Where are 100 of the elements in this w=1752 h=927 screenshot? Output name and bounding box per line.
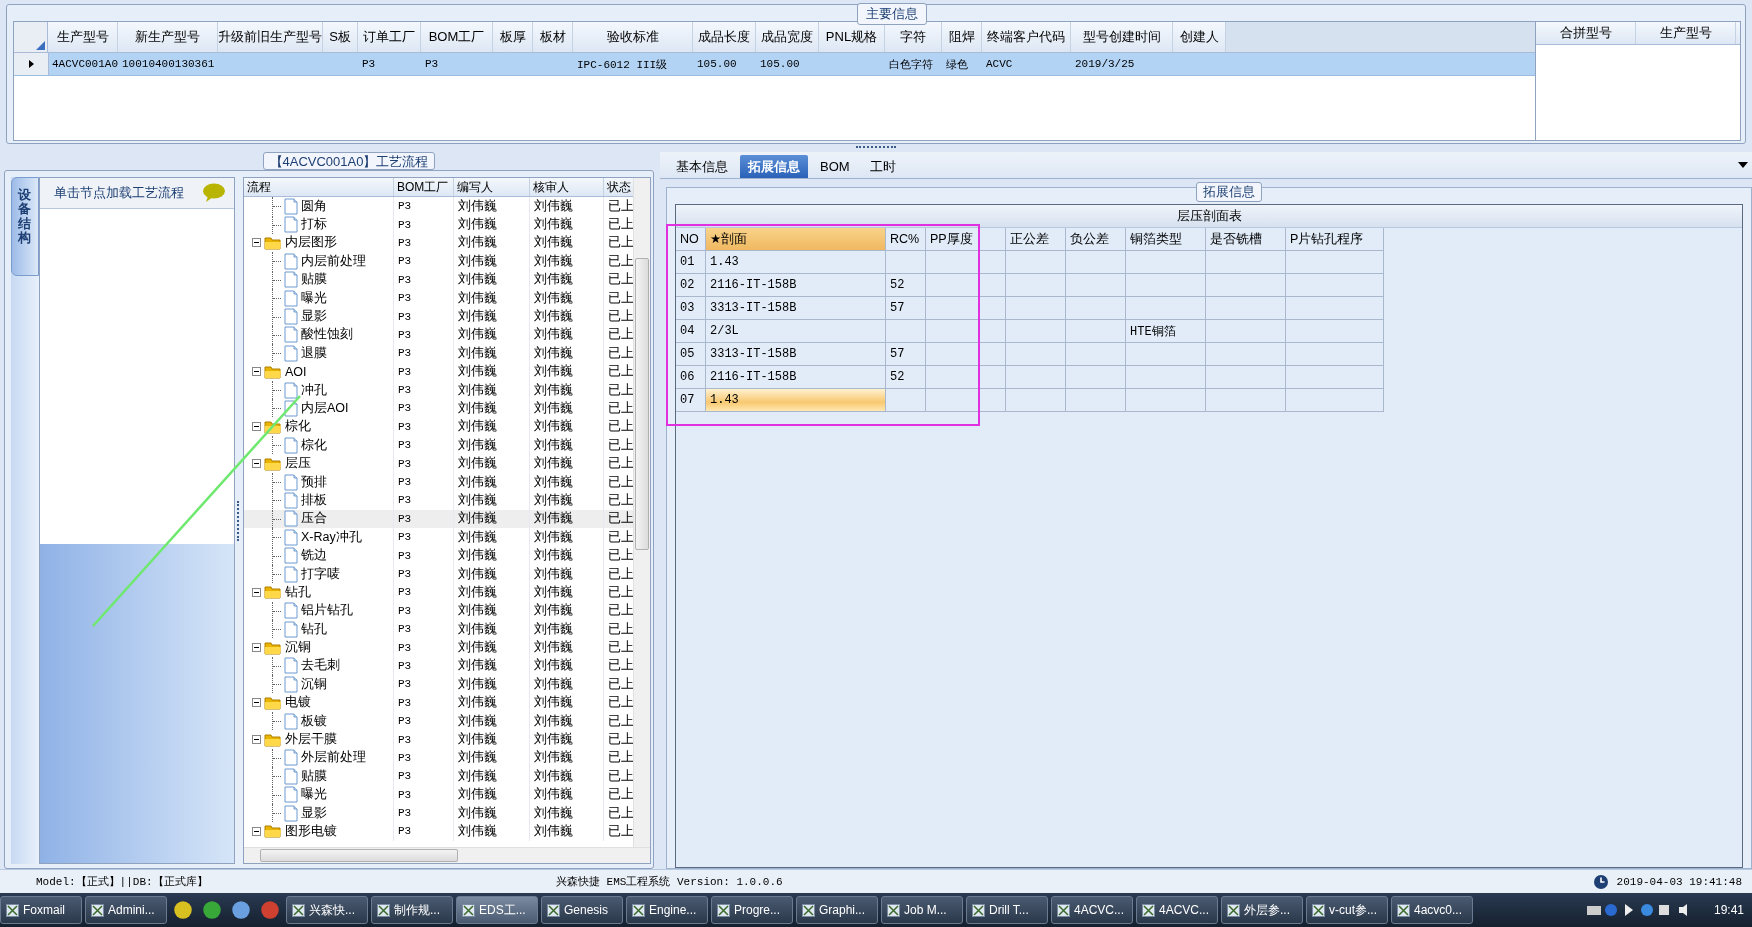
column-header[interactable]: P片钻孔程序 (1286, 228, 1384, 251)
table-cell: P3 (394, 197, 454, 216)
column-header[interactable]: NO (676, 228, 706, 251)
taskbar-icon[interactable] (173, 900, 193, 920)
table-cell: 刘伟巍 (530, 528, 604, 547)
column-header[interactable]: 型号创建时间 (1071, 22, 1173, 52)
table-cell: 07 (676, 389, 706, 412)
column-header[interactable]: 板材 (533, 22, 573, 52)
tab[interactable]: 拓展信息 (740, 155, 808, 178)
column-header[interactable]: 板厚 (493, 22, 533, 52)
column-header[interactable]: RC% (886, 228, 926, 251)
panel-legend: 主要信息 (857, 3, 927, 25)
node-label: 打字唛 (301, 565, 340, 583)
column-header[interactable]: 成品长度 (693, 22, 756, 52)
column-header[interactable]: BOM工厂 (421, 22, 493, 52)
table-cell[interactable]: 2/3L (706, 320, 886, 343)
taskbar-button[interactable]: EDS工... (456, 896, 538, 924)
table-cell: 刘伟巍 (454, 380, 530, 400)
collapse-icon[interactable] (252, 238, 261, 248)
taskbar-button[interactable]: Engine... (626, 896, 708, 924)
splitter-grip[interactable] (237, 500, 241, 541)
column-header[interactable]: 新生产型号 (118, 22, 218, 52)
column-header[interactable]: 升级前旧生产型号 (218, 22, 323, 52)
collapse-icon[interactable] (252, 826, 261, 836)
table-cell[interactable]: 2116-IT-158B (706, 366, 886, 389)
column-header[interactable]: 阻焊 (942, 22, 982, 52)
taskbar-icon[interactable] (231, 900, 251, 920)
table-cell[interactable]: 3313-IT-158B (706, 297, 886, 320)
column-header[interactable]: 是否铣槽 (1206, 228, 1286, 251)
collapse-icon[interactable] (252, 735, 261, 744)
column-header[interactable]: PNL规格 (819, 22, 885, 52)
column-header[interactable]: S板 (323, 22, 358, 52)
column-header[interactable]: 生产型号 (48, 22, 118, 52)
tab[interactable]: 工时 (861, 155, 904, 178)
column-header[interactable]: 铜箔类型 (1126, 228, 1206, 251)
taskbar-icon[interactable] (202, 900, 222, 920)
collapse-icon[interactable] (252, 587, 261, 597)
taskbar-button[interactable]: Admini... (85, 896, 167, 924)
table-row[interactable]: 4ACVC001A0 10010400130361 P3 P3 IPC-6012 III级 105.00 105.00 白色字符 绿色 ACVC 2019/3/25 (14, 53, 1535, 76)
column-header[interactable]: 负公差 (1066, 228, 1126, 251)
table-cell[interactable]: 3313-IT-158B (706, 343, 886, 366)
column-header[interactable]: 核审人 (530, 178, 604, 196)
tab[interactable]: BOM (812, 155, 858, 178)
dropdown-icon[interactable] (1738, 162, 1748, 168)
document-icon (284, 657, 298, 675)
window-icon (1057, 903, 1070, 917)
taskbar-button[interactable]: 4ACVC... (1051, 896, 1133, 924)
collapse-icon[interactable] (252, 698, 261, 708)
side-tab[interactable]: 设备结构 (11, 177, 39, 277)
taskbar-button[interactable]: 4ACVC... (1136, 896, 1218, 924)
table-cell[interactable]: 2116-IT-158B (706, 274, 886, 297)
collapse-icon[interactable] (252, 422, 261, 432)
table-cell-text: IPC-6012 III级 (576, 57, 669, 73)
taskbar-button[interactable]: 制作规... (371, 896, 453, 924)
taskbar-button[interactable]: v-cut参... (1306, 896, 1388, 924)
column-header[interactable]: 字符 (885, 22, 942, 52)
taskbar-button[interactable]: Progre... (711, 896, 793, 924)
folder-icon (264, 824, 282, 839)
table-cell: P3 (394, 638, 454, 657)
table-cell: 刘伟巍 (454, 730, 530, 749)
document-icon (284, 767, 298, 785)
table-cell[interactable]: 1.43 (706, 251, 886, 274)
column-header[interactable]: 流程 (244, 178, 394, 196)
document-icon (284, 344, 298, 362)
column-header[interactable]: 成品宽度 (756, 22, 819, 52)
tree-connector (272, 656, 281, 675)
taskbar-button[interactable]: Job M... (881, 896, 963, 924)
column-header[interactable]: 合拼型号 (1536, 22, 1636, 44)
document-icon (284, 271, 298, 289)
tree-row[interactable]: 压合 P3 刘伟巍 刘伟巍 已上 (244, 509, 633, 529)
tab[interactable]: 基本信息 (668, 155, 736, 178)
taskbar-button[interactable]: 兴森快... (286, 896, 368, 924)
table-cell-text: 105.00 (696, 57, 738, 72)
tree-connector (272, 289, 281, 308)
document-icon (284, 804, 298, 822)
collapse-icon[interactable] (252, 367, 261, 377)
column-header[interactable]: 正公差 (1006, 228, 1066, 251)
taskbar-button[interactable]: Graphi... (796, 896, 878, 924)
taskbar-button[interactable]: 外层参... (1221, 896, 1303, 924)
collapse-icon[interactable] (252, 459, 261, 469)
taskbar-button[interactable]: Drill T... (966, 896, 1048, 924)
column-header[interactable]: 编写人 (454, 178, 530, 196)
column-header[interactable]: PP厚度 (926, 228, 1006, 251)
horizontal-scrollbar[interactable] (244, 847, 650, 863)
taskbar-button[interactable]: 4acvc0... (1391, 896, 1473, 924)
table-cell: 刘伟巍 (454, 767, 530, 786)
column-header[interactable]: ★剖面 (706, 228, 886, 251)
table-cell-text: 10010400130361 (121, 57, 216, 72)
column-header[interactable]: BOM工厂 (394, 178, 454, 196)
table-cell: P3 (394, 344, 454, 363)
collapse-icon[interactable] (252, 643, 261, 653)
column-header[interactable]: 订单工厂 (358, 22, 421, 52)
taskbar-button[interactable]: Foxmail (0, 896, 82, 924)
table-cell[interactable]: 1.43 (706, 389, 886, 412)
column-header[interactable]: 终端客户代码 (982, 22, 1071, 52)
column-header[interactable]: 生产型号 (1636, 22, 1736, 44)
taskbar-button[interactable]: Genesis (541, 896, 623, 924)
vertical-scrollbar[interactable] (633, 178, 650, 847)
table-cell: P3 (394, 767, 454, 786)
column-header[interactable]: 验收标准 (573, 22, 693, 52)
